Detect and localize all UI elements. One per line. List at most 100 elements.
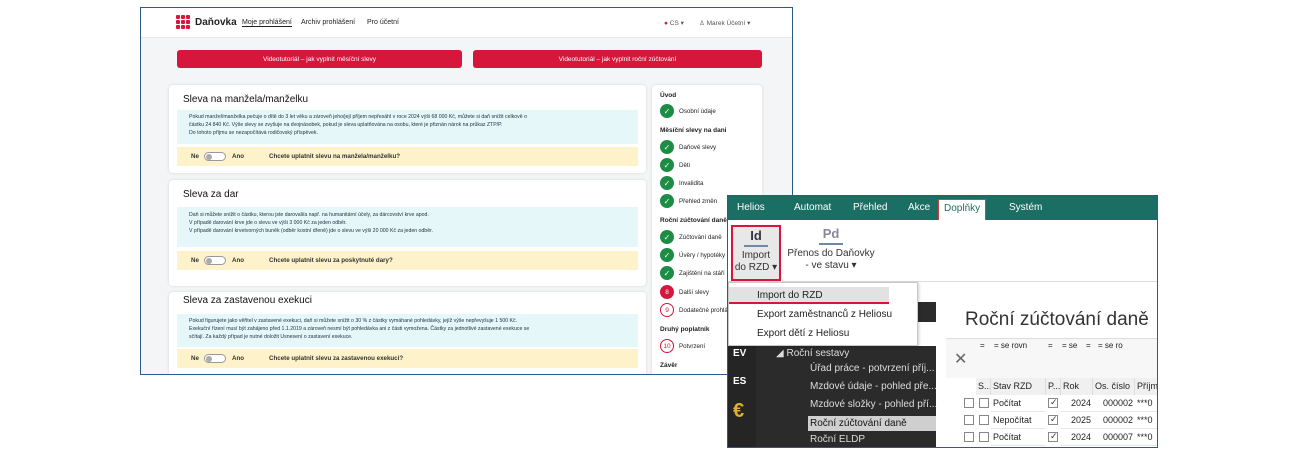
yes-no-toggle[interactable]: [204, 354, 226, 363]
menu-doplnky[interactable]: Doplňky: [938, 199, 987, 220]
info-line: částku 24 840 Kč. Výše slevy se zvyšuje …: [189, 122, 503, 128]
step-danove-slevy[interactable]: ✓ Daňové slevy: [660, 140, 716, 154]
step-number-badge: 10: [660, 339, 674, 353]
clear-filter-icon[interactable]: ✕: [954, 349, 967, 369]
yes-no-toggle[interactable]: [204, 152, 226, 161]
table-row[interactable]: Nepočítat 2025 000002 ***0: [946, 412, 1157, 429]
info-line: V případě darování krvetvorných buněk (o…: [189, 228, 433, 234]
user-icon: ♙: [699, 20, 705, 27]
card-title: Sleva na manžela/manželku: [183, 94, 309, 105]
filter-row: ✕ = = se rovn = = se = = se ro: [946, 338, 1157, 378]
filter-cell[interactable]: =: [1086, 341, 1091, 350]
tree-item[interactable]: Mzdové složky - pohled pří...: [810, 399, 937, 410]
check-icon: ✓: [660, 194, 674, 208]
info-line: Daň si můžete snížit o částku, kterou js…: [189, 212, 429, 218]
prenos-do-danovky-button[interactable]: Pd Přenos do Daňovky - ve stavu ▾: [786, 225, 876, 281]
row-checkbox[interactable]: [979, 432, 989, 442]
step-invalidita[interactable]: ✓ Invalidita: [660, 176, 703, 190]
filter-cell[interactable]: =: [1048, 341, 1053, 350]
cell-checkbox[interactable]: [1048, 397, 1058, 408]
step-deti[interactable]: ✓ Děti: [660, 158, 690, 172]
user-menu[interactable]: ♙ Marek Účetní ▾: [699, 19, 750, 27]
page-title: Roční zúčtování daně: [965, 309, 1149, 330]
nav-archiv-prohlaseni[interactable]: Archiv prohlášení: [301, 19, 355, 26]
row-checkbox[interactable]: [979, 398, 989, 408]
step-osobni-udaje[interactable]: ✓ Osobní údaje: [660, 104, 716, 118]
cell-checkbox[interactable]: [1048, 431, 1058, 442]
dropdown-export-children[interactable]: Export dětí z Heliosu: [757, 328, 849, 339]
check-icon: ✓: [660, 176, 674, 190]
table-row[interactable]: Počítat 2024 000002 ***0: [946, 395, 1157, 412]
step-section-header: Měsíční slevy na dani: [660, 127, 727, 134]
card-title: Sleva za dar: [183, 189, 239, 200]
column-header[interactable]: Rok: [1061, 378, 1093, 395]
yes-label: Ano: [232, 355, 245, 362]
info-box: Pokud figurujete jako věřitel v zastaven…: [177, 314, 638, 347]
tree-item[interactable]: Mzdové údaje - pohled pře...: [810, 381, 937, 392]
module-ev-icon[interactable]: EV: [733, 348, 746, 359]
step-dalsi-slevy[interactable]: 8 Další slevy: [660, 285, 709, 299]
tree-item[interactable]: Roční ELDP: [810, 434, 865, 445]
info-line: Exekuční řízení musí být zahájeno před 1…: [189, 326, 530, 332]
filter-cell[interactable]: = se rovn: [994, 341, 1027, 350]
cell-rok: 2024: [1061, 429, 1093, 446]
helios-screenshot: Helios Automat Přehled Akce Doplňky Syst…: [727, 195, 1158, 448]
module-es-icon[interactable]: ES: [733, 376, 746, 387]
tree-root[interactable]: ◢ Roční sestavy: [776, 348, 849, 359]
step-section-header: Úvod: [660, 92, 677, 99]
menu-akce[interactable]: Akce: [908, 202, 930, 213]
ribbon: Id Import do RZD ▾ Pd Přenos do Daňovky …: [728, 220, 1157, 282]
no-label: Ne: [191, 153, 199, 160]
check-icon: ✓: [660, 140, 674, 154]
filter-cell[interactable]: = se ro: [1098, 341, 1123, 350]
tree-item-selected[interactable]: Roční zúčtování daně: [808, 416, 936, 431]
cell-checkbox[interactable]: [1048, 414, 1058, 425]
step-zajisteni[interactable]: ✓ Zajištění na stáří: [660, 266, 725, 280]
column-header[interactable]: S...: [976, 378, 991, 395]
brand-name[interactable]: Daňovka: [195, 17, 237, 28]
nav-pro-ucetni[interactable]: Pro účetní: [367, 19, 399, 26]
language-select[interactable]: ● CS ▾: [664, 19, 684, 27]
column-header[interactable]: Příjm: [1135, 378, 1157, 395]
step-zuctovani-dane[interactable]: ✓ Zúčtování daně: [660, 230, 722, 244]
column-header[interactable]: Os. číslo: [1093, 378, 1135, 395]
ribbon-label: Přenos do Daňovky: [787, 248, 875, 259]
module-euro-icon[interactable]: €: [733, 400, 744, 423]
dropdown-import-rzd[interactable]: Import do RZD: [729, 287, 889, 304]
danovka-logo-icon[interactable]: [176, 15, 190, 29]
step-potvrzeni[interactable]: 10 Potvrzení: [660, 339, 705, 353]
tree-panel: ◢ Roční sestavy Úřad práce - potvrzení p…: [756, 346, 937, 447]
video-annual-button[interactable]: Videotutoriál – jak vyplnit roční zúčtov…: [473, 50, 762, 68]
import-icon: Id: [744, 227, 768, 247]
cell-rok: 2024: [1061, 395, 1093, 412]
menu-helios[interactable]: Helios: [737, 202, 765, 213]
step-prehled-zmen[interactable]: ✓ Přehled změn: [660, 194, 717, 208]
row-checkbox[interactable]: [979, 415, 989, 425]
menu-automat[interactable]: Automat: [794, 202, 831, 213]
menu-prehled[interactable]: Přehled: [853, 202, 887, 213]
filter-cell[interactable]: = se: [1062, 341, 1077, 350]
danovka-screenshot: Daňovka Moje prohlášení Archiv prohlášen…: [140, 7, 793, 375]
question-bar: Ne Ano Chcete uplatnit slevu za poskytnu…: [177, 251, 638, 270]
row-checkbox[interactable]: [964, 415, 974, 425]
tree-item[interactable]: Úřad práce - potvrzení příj...: [810, 363, 935, 374]
import-rzd-button[interactable]: Id Import do RZD ▾: [731, 225, 781, 281]
menu-system[interactable]: Systém: [1009, 202, 1042, 213]
video-monthly-button[interactable]: Videotutoriál – jak vyplnit měsíční slev…: [177, 50, 462, 68]
nav-moje-prohlaseni[interactable]: Moje prohlášení: [242, 19, 292, 27]
import-dropdown: Import do RZD Export zaměstnanců z Helio…: [728, 282, 918, 346]
yes-no-toggle[interactable]: [204, 256, 226, 265]
cell-stav: Počítat: [991, 395, 1046, 412]
cell-stav: Nepočítat: [991, 412, 1046, 429]
row-checkbox[interactable]: [964, 398, 974, 408]
yes-label: Ano: [232, 257, 245, 264]
dropdown-export-employees[interactable]: Export zaměstnanců z Heliosu: [757, 309, 892, 320]
check-icon: ✓: [660, 248, 674, 262]
table-row[interactable]: Počítat 2024 000007 ***0: [946, 429, 1157, 446]
column-header[interactable]: Stav RZD: [991, 378, 1046, 395]
filter-cell[interactable]: =: [980, 341, 985, 350]
check-icon: ✓: [660, 158, 674, 172]
step-uvery[interactable]: ✓ Úvěry / hypotéky: [660, 248, 725, 262]
column-header[interactable]: P...: [1046, 378, 1061, 395]
row-checkbox[interactable]: [964, 432, 974, 442]
